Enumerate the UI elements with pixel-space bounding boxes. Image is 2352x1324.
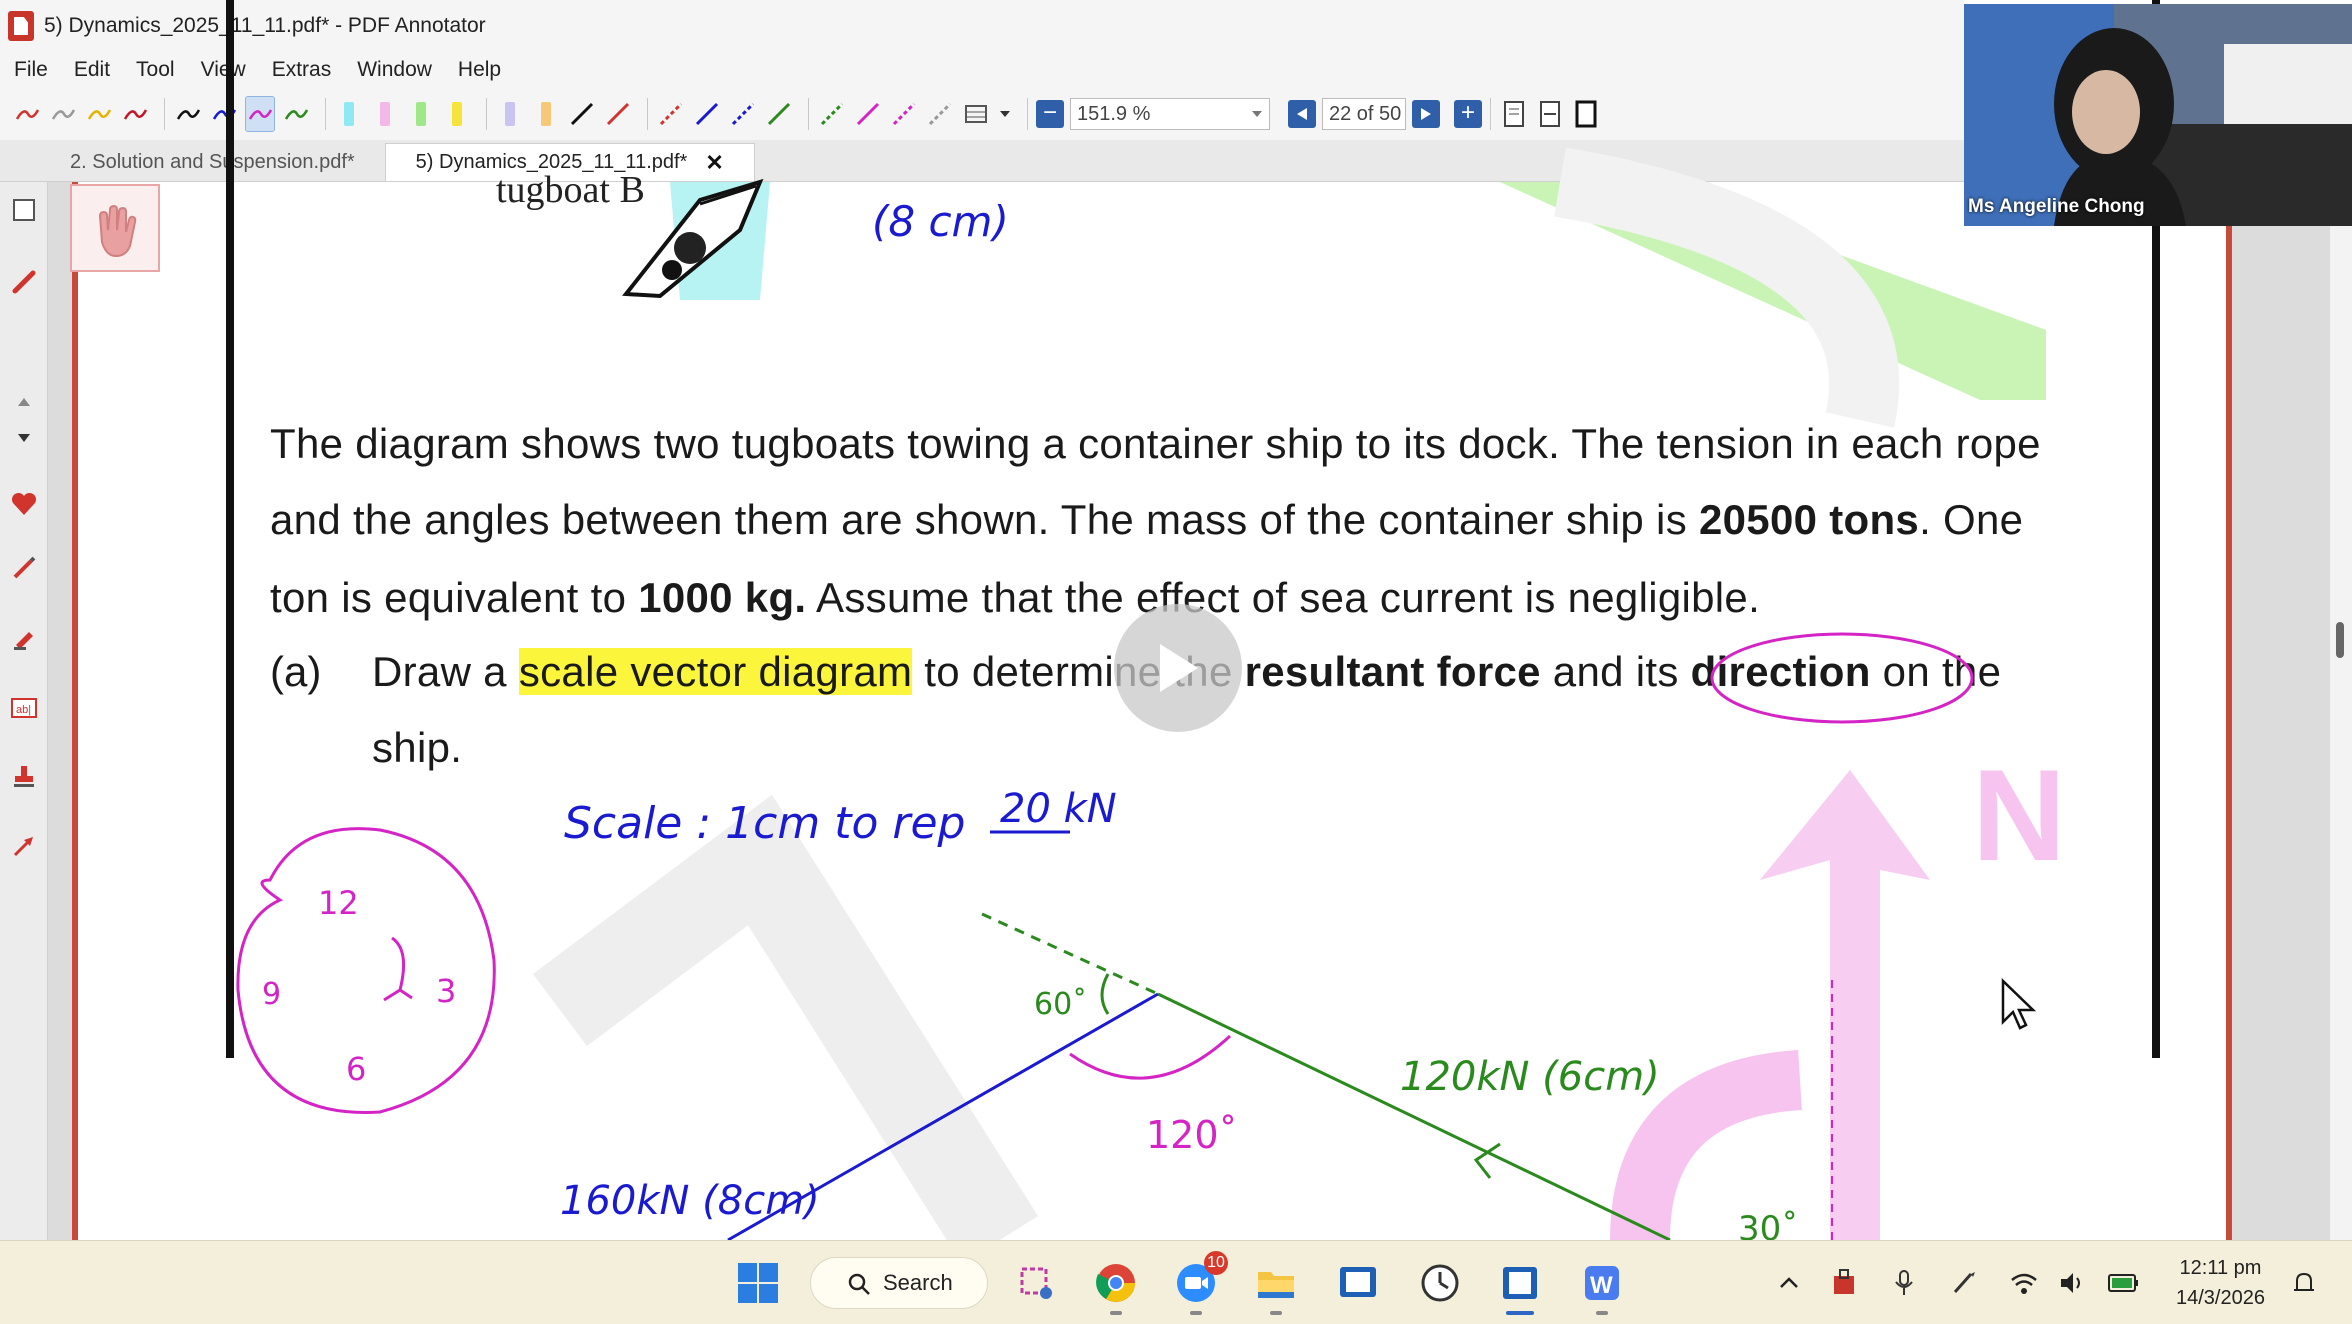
scale-note: Scale : 1cm to rep — [564, 798, 965, 849]
angle-arc-120 — [1069, 1034, 1232, 1080]
clock-3: 3 — [436, 972, 456, 1010]
vertical-scrollbar[interactable] — [2330, 182, 2352, 1240]
mouse-cursor-icon — [2001, 978, 2037, 1030]
taskbar-search-box[interactable]: Search — [810, 1257, 988, 1309]
system-clock[interactable]: 12:11 pm 14/3/2026 — [2176, 1253, 2265, 1313]
clock-6: 6 — [346, 1050, 366, 1088]
clock-time: 12:11 pm — [2179, 1257, 2262, 1279]
scale-value: 20 kN — [1000, 786, 1117, 832]
angle-arc-60 — [1100, 973, 1110, 1015]
svg-text:W: W — [1590, 1272, 1613, 1299]
top-note: (8 cm) — [872, 197, 1009, 246]
notification-center-icon[interactable] — [2286, 1257, 2322, 1309]
clock-app-icon[interactable] — [1414, 1257, 1466, 1309]
pdf-annotator-taskbar-icon[interactable] — [1494, 1257, 1546, 1315]
screen: 5) Dynamics_2025_11_11.pdf* - PDF Annota… — [0, 0, 2352, 1324]
video-play-button[interactable] — [1114, 604, 1242, 732]
pen-tray-icon[interactable] — [1946, 1257, 1982, 1309]
file-explorer-icon[interactable] — [1250, 1257, 1302, 1315]
dashed-extension-line — [981, 912, 1159, 996]
running-indicator — [1596, 1311, 1608, 1315]
direction-circle — [1710, 632, 1974, 724]
webcam-image — [1964, 4, 2352, 226]
scrollbar-thumb[interactable] — [2336, 622, 2344, 658]
angle-120-label: 120˚ — [1146, 1113, 1238, 1157]
search-label: Search — [883, 1270, 953, 1295]
volume-icon[interactable] — [2054, 1257, 2090, 1309]
security-tray-icon[interactable] — [1826, 1257, 1862, 1309]
chevron-up-icon[interactable] — [1774, 1257, 1804, 1309]
clock-12: 12 — [318, 884, 359, 922]
running-indicator — [1270, 1311, 1282, 1315]
clock-date: 14/3/2026 — [2176, 1287, 2265, 1309]
chrome-icon[interactable] — [1090, 1257, 1142, 1315]
word-processor-icon[interactable]: W — [1576, 1257, 1628, 1315]
blue-vector-label: 160kN (8cm) — [560, 1178, 820, 1224]
windows-start-icon[interactable] — [732, 1257, 784, 1309]
notification-badge: 10 — [1204, 1251, 1228, 1275]
running-indicator — [1190, 1311, 1202, 1315]
webcam-feed: Ms Angeline Chong — [1964, 4, 2352, 226]
whiteboard-app-icon[interactable] — [1332, 1257, 1384, 1309]
battery-icon[interactable] — [2104, 1257, 2144, 1309]
snipping-tool-icon[interactable] — [1010, 1257, 1062, 1309]
running-indicator — [1110, 1311, 1122, 1315]
participant-name: Ms Angeline Chong — [1968, 196, 2145, 217]
play-icon — [1160, 644, 1198, 692]
clockwise-arrow — [383, 936, 413, 1002]
angle-60-label: 60˚ — [1034, 987, 1087, 1022]
windows-taskbar: Search 10 W 12:11 pm 14/3/2026 — [0, 1240, 2352, 1324]
active-app-indicator — [1506, 1311, 1534, 1315]
zoom-app-icon[interactable]: 10 — [1170, 1251, 1228, 1315]
wifi-icon[interactable] — [2006, 1257, 2042, 1309]
microphone-tray-icon[interactable] — [1886, 1257, 1922, 1309]
search-icon — [848, 1273, 870, 1295]
green-vector-label: 120kN (6cm) — [1400, 1054, 1660, 1100]
clock-9: 9 — [262, 977, 281, 1012]
